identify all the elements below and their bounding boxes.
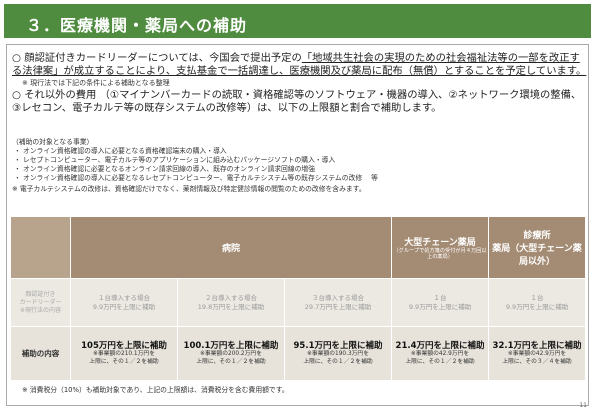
page-title: ３．医療機関・薬局への補助 xyxy=(4,4,591,38)
table-cell: ２台導入する場合 19.8万円を上限に補助 xyxy=(177,278,285,327)
table-cell: １台導入する場合 9.9万円を上限に補助 xyxy=(70,278,178,327)
cell-line: ２台導入する場合 xyxy=(205,293,257,302)
table-cell: 32.1万円を上限に補助 ※事業額の42.9万円を 上限に、その３／４を補助 xyxy=(488,326,587,381)
header-chain-pharmacy-title: 大型チェーン薬局 xyxy=(404,238,476,248)
header-clinic-title: 診療所 xyxy=(523,231,551,241)
main-text: ○ 顔認証付きカードリーダーについては、今国会で提出予定の「地域共生社会の実現の… xyxy=(12,52,587,115)
paragraph-1: ○ 顔認証付きカードリーダーについては、今国会で提出予定の「地域共生社会の実現の… xyxy=(12,52,587,78)
subsidy-amount: 100.1万円を上限に補助 xyxy=(183,341,279,351)
header-chain-pharmacy: 大型チェーン薬局 （グループで処方箋の受付が月４万回以上の薬局） xyxy=(391,216,490,279)
list-item: ・ オンライン資格確認の導入に必要となる資格確認端末の購入・導入 xyxy=(14,147,227,155)
table-cell: 21.4万円を上限に補助 ※事業額の42.9万円を 上限に、その１／２を補助 xyxy=(391,326,490,381)
subsidy-note: 上限に、その１／２を補助 xyxy=(405,358,475,365)
list-item: ・ オンライン資格確認の導入に必要となるレセプトコンピューター、電子カルテシステ… xyxy=(14,174,378,182)
header-clinic: 診療所 薬局（大型チェーン薬局以外） xyxy=(488,216,587,279)
table-cell: 100.1万円を上限に補助 ※事業額の200.2万円を 上限に、その１／２を補助 xyxy=(177,326,285,381)
list-item: ・ レセプトコンピューター、電子カルテ等のアプリケーションに組み込むパッケージソ… xyxy=(14,156,336,164)
table-cell: １台 9.9万円を上限に補助 xyxy=(391,278,490,327)
table-cell: ３台導入する場合 29.7万円を上限に補助 xyxy=(283,278,393,327)
subsidy-amount: 95.1万円を上限に補助 xyxy=(293,341,383,351)
row-label-card-reader: 顔認証付き カードリーダー ※現行法の内容 xyxy=(10,278,71,327)
bullet-circle: ○ xyxy=(12,52,21,64)
paragraph-1-lead: 顔認証付きカードリーダーについては、今国会で提出予定の xyxy=(24,52,302,64)
subsidy-note: ※事業額の190.3万円を xyxy=(307,351,370,357)
header-chain-pharmacy-sub: （グループで処方箋の受付が月４万回以上の薬局） xyxy=(393,248,487,260)
page-number: 11 xyxy=(579,402,587,409)
header-blank-cell xyxy=(10,216,71,279)
subsidy-note: ※事業額の200.2万円を xyxy=(199,351,263,357)
table-row: 補助の内容 105万円を上限に補助 ※事業額の210.1万円を 上限に、その１／２を… xyxy=(10,326,587,381)
cell-line: 29.7万円を上限に補助 xyxy=(304,302,372,311)
table-cell: １台 9.9万円を上限に補助 xyxy=(488,278,587,327)
footer-note: ※ 消費税分（10%）も補助対象であり、上記の上限額は、消費税分を含む費用額です… xyxy=(22,386,289,394)
target-list: （補助の対象となる事業） ・ オンライン資格確認の導入に必要となる資格確認端末の… xyxy=(12,138,587,194)
row-label-line: カードリーダー xyxy=(19,298,62,306)
paragraph-2: ○ それ以外の費用 （①マイナンバーカードの読取・資格確認等のソフトウェア・機器… xyxy=(12,89,582,114)
table-row: 顔認証付き カードリーダー ※現行法の内容 １台導入する場合 9.9万円を上限に補… xyxy=(10,278,587,327)
header-clinic-sub: 薬局（大型チェーン薬局以外） xyxy=(492,244,582,267)
table-cell: 95.1万円を上限に補助 ※事業額の190.3万円を 上限に、その１／２を補助 xyxy=(283,326,393,381)
cell-line: １台導入する場合 xyxy=(98,293,150,302)
header-hospital: 病院 xyxy=(69,216,393,279)
subsidy-note: ※事業額の210.1万円を xyxy=(92,351,156,357)
subsidy-amount: 105万円を上限に補助 xyxy=(81,341,167,351)
subsidy-amount: 21.4万円を上限に補助 xyxy=(395,341,485,351)
subsidy-note: 上限に、その１／２を補助 xyxy=(303,358,373,365)
table-cell: 105万円を上限に補助 ※事業額の210.1万円を 上限に、その１／２を補助 xyxy=(70,326,178,381)
cell-line: １台 xyxy=(433,293,447,302)
subsidy-note: ※事業額の42.9万円を xyxy=(507,351,567,357)
table-header-row: 病院 大型チェーン薬局 （グループで処方箋の受付が月４万回以上の薬局） 診療所 … xyxy=(10,216,587,279)
paragraph-1-note: ※ 現行法では下記の条件による補助となる整理 xyxy=(22,79,170,87)
subsidy-note: 上限に、その１／２を補助 xyxy=(196,358,266,365)
cell-line: １台 xyxy=(530,293,544,302)
target-list-head: （補助の対象となる事業） xyxy=(12,138,94,146)
subsidy-note: 上限に、その１／２を補助 xyxy=(89,358,159,365)
cell-line: 19.8万円を上限に補助 xyxy=(197,302,265,311)
row-label-line: 顔認証付き xyxy=(25,290,56,298)
row-label-line: ※現行法の内容 xyxy=(19,306,62,314)
cell-line: 9.9万円を上限に補助 xyxy=(92,302,156,311)
cell-line: 9.9万円を上限に補助 xyxy=(505,302,569,311)
target-list-note: ※ 電子カルテシステムの改修は、資格確認だけでなく、薬剤情報及び特定健診情報の閲… xyxy=(12,185,366,193)
row-label-subsidy: 補助の内容 xyxy=(10,326,71,381)
subsidy-table: 病院 大型チェーン薬局 （グループで処方箋の受付が月４万回以上の薬局） 診療所 … xyxy=(10,216,587,381)
subsidy-note: 上限に、その３／４を補助 xyxy=(502,358,572,365)
cell-line: 9.9万円を上限に補助 xyxy=(408,302,472,311)
cell-line: ３台導入する場合 xyxy=(312,293,365,302)
list-item: ・ オンライン資格確認に必要となるオンライン請求回線の導入、既存のオンライン請求… xyxy=(14,165,316,173)
subsidy-note: ※事業額の42.9万円を xyxy=(410,351,470,357)
subsidy-amount: 32.1万円を上限に補助 xyxy=(492,341,582,351)
